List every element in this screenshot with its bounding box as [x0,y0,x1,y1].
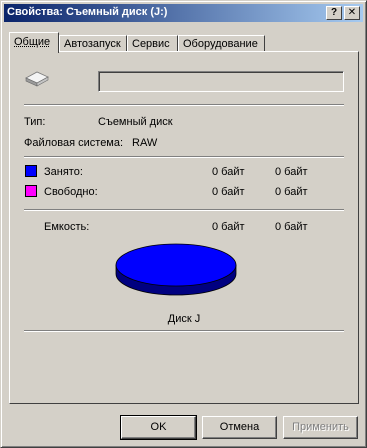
ok-button[interactable]: OK [120,415,197,440]
tab-general[interactable]: Общие [9,32,59,53]
tab-service[interactable]: Сервис [127,35,178,52]
tab-hardware-label: Оборудование [183,38,258,50]
used-space-bytes: 0 байт [212,166,245,178]
separator [24,156,344,158]
tab-autorun[interactable]: Автозапуск [59,35,127,52]
disk-caption: Диск J [167,313,201,325]
general-tab-panel: Тип: Съемный диск Файловая система: RAW … [9,51,359,404]
close-button[interactable]: ✕ [344,6,360,20]
separator [24,104,344,106]
removable-drive-icon [25,71,49,87]
cancel-button[interactable]: Отмена [202,416,277,439]
disk-usage-pie-chart [115,243,237,296]
separator [24,330,344,332]
filesystem-value: RAW [132,137,158,149]
separator [24,209,344,211]
capacity-label: Емкость: [44,221,90,233]
volume-label-field[interactable] [98,71,344,92]
properties-dialog: Свойства: Съемный диск (J:) ? ✕ Общие Ав… [0,0,367,448]
free-space-bytes: 0 байт [212,186,245,198]
free-space-color-swatch [25,185,37,197]
title-bar[interactable]: Свойства: Съемный диск (J:) ? ✕ [4,4,363,22]
filesystem-label: Файловая система: [24,137,124,149]
capacity-bytes: 0 байт [212,221,245,233]
capacity-size: 0 байт [275,221,308,233]
tab-general-label: Общие [14,36,51,48]
free-space-label: Свободно: [44,186,98,198]
free-space-size: 0 байт [275,186,308,198]
help-button[interactable]: ? [326,6,342,20]
tab-service-label: Сервис [132,38,170,50]
type-value: Съемный диск [98,116,173,128]
used-space-label: Занято: [44,166,83,178]
tab-autorun-label: Автозапуск [64,38,121,50]
apply-button[interactable]: Применить [283,416,358,439]
type-label: Тип: [24,116,46,128]
used-space-color-swatch [25,165,37,177]
window-title: Свойства: Съемный диск (J:) [7,6,168,18]
tab-hardware[interactable]: Оборудование [178,35,265,52]
used-space-size: 0 байт [275,166,308,178]
